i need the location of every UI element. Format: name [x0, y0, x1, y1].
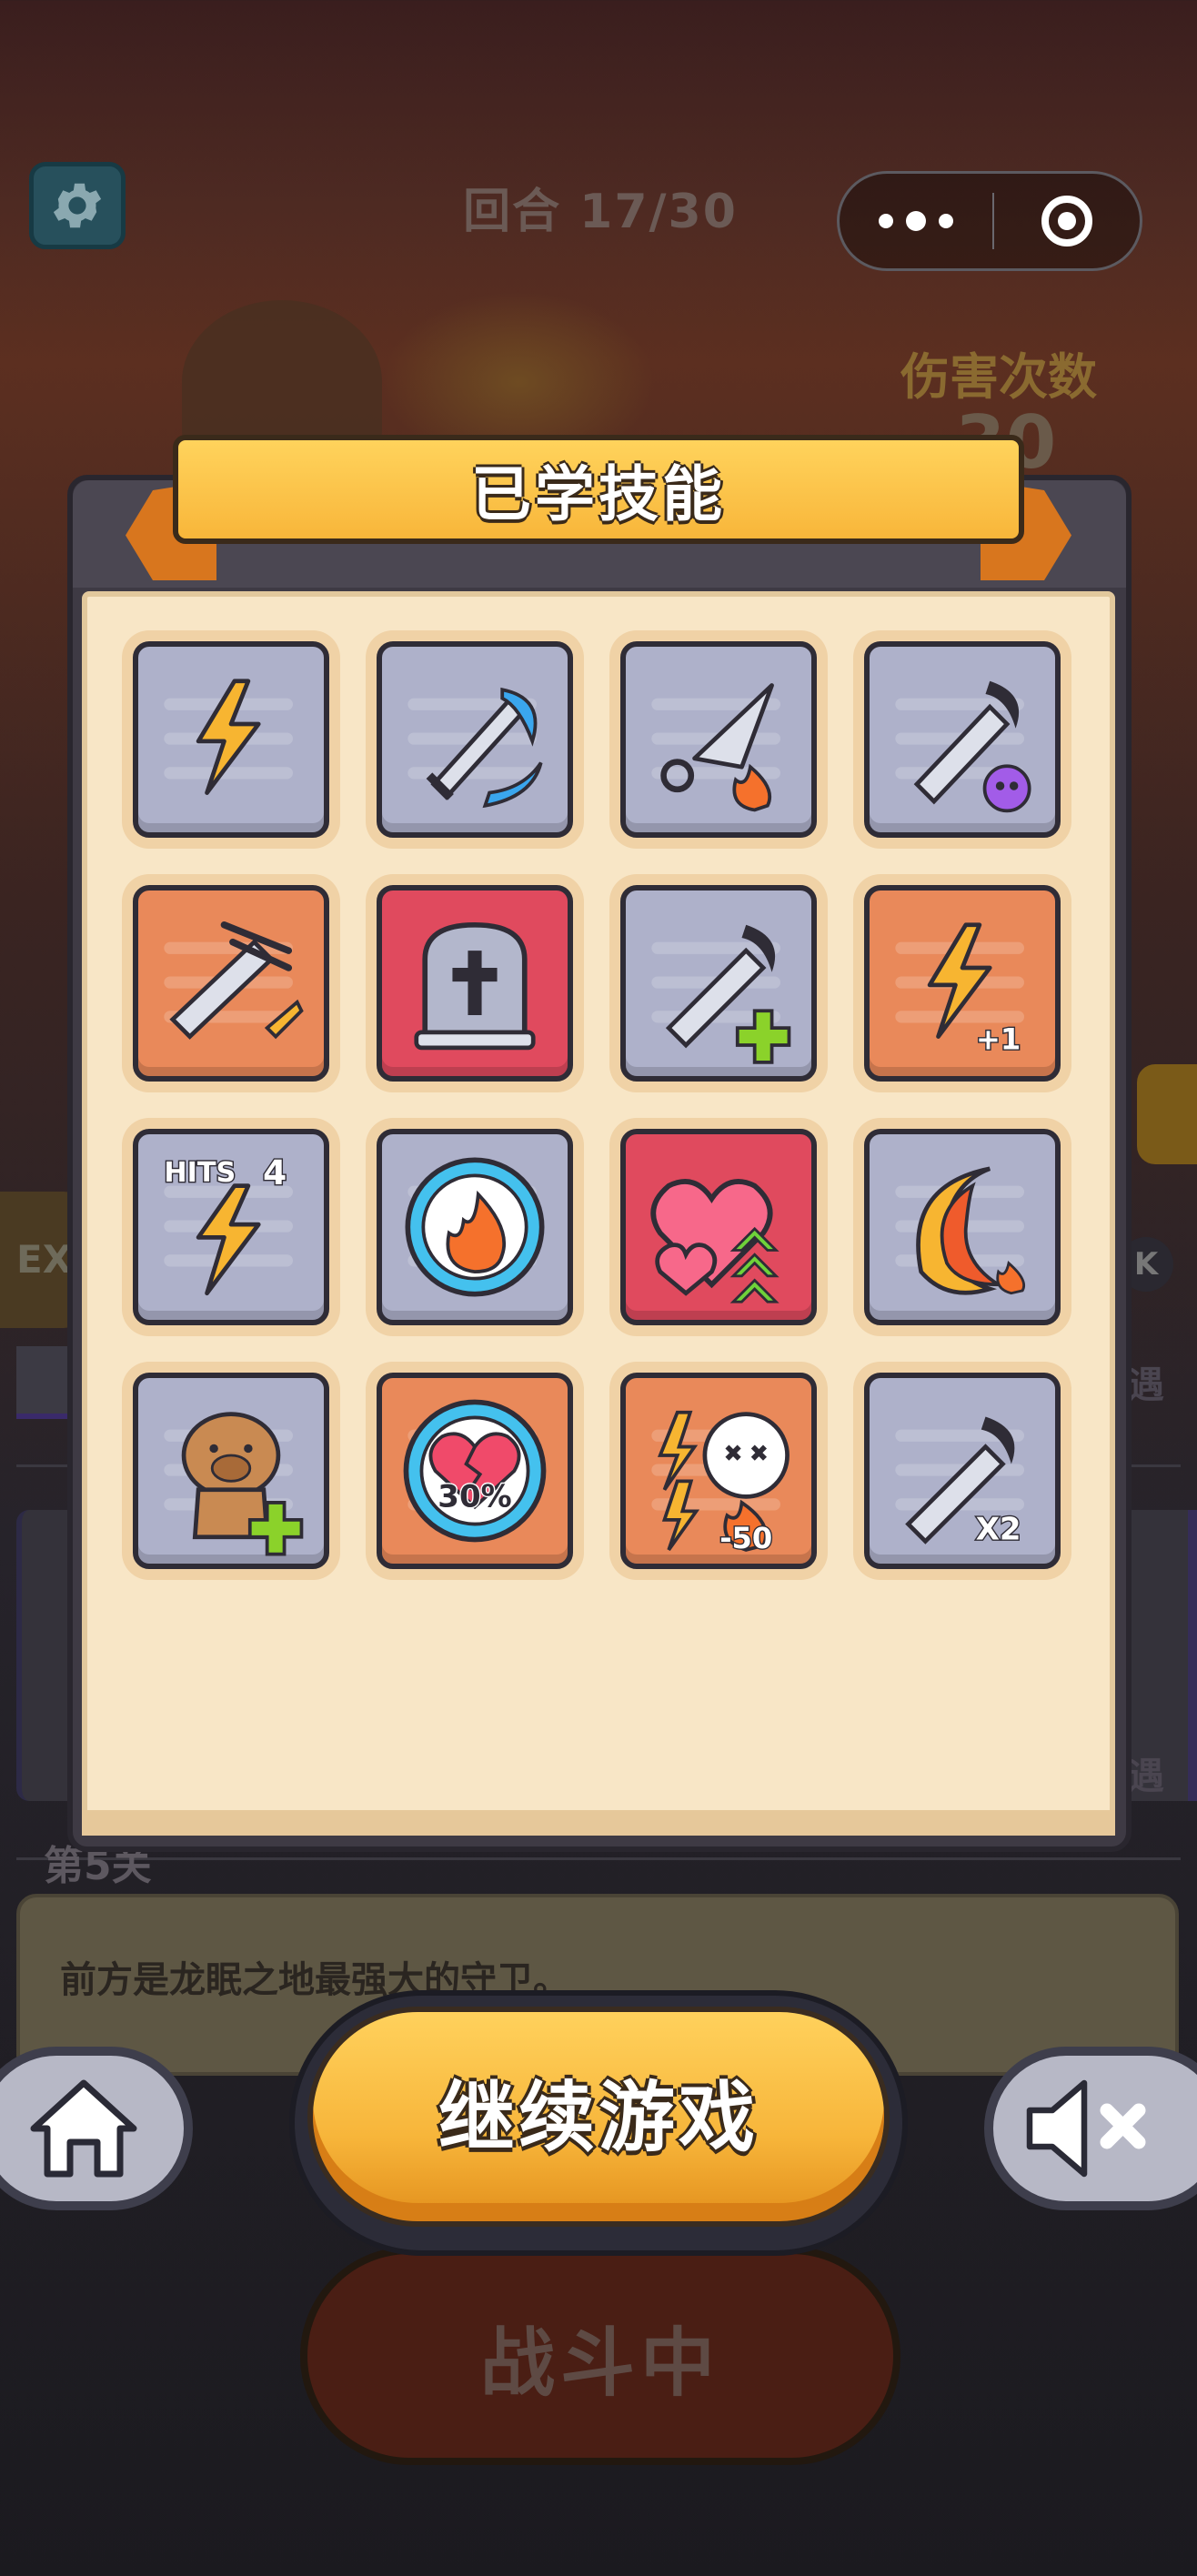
skill-icon-fire-kunai[interactable]: [620, 641, 817, 838]
event-tag: 遇: [1128, 1364, 1164, 1406]
event-tag: 遇: [1128, 1756, 1164, 1797]
skill-slot: [122, 1362, 340, 1580]
skill-icon-skull-burn[interactable]: -50: [620, 1373, 817, 1569]
skill-icon-sword-plus[interactable]: [620, 885, 817, 1082]
damage-count-label: 伤害次数: [900, 348, 1097, 406]
skill-slot: [366, 1118, 584, 1336]
event-card: [16, 1510, 71, 1801]
skill-slot: 30%: [366, 1362, 584, 1580]
skill-icon-poison-sword[interactable]: [864, 641, 1061, 838]
skill-icon-sword-wave[interactable]: [377, 641, 573, 838]
settings-button[interactable]: [29, 162, 126, 249]
battle-label: 战斗中: [479, 2319, 720, 2407]
broken-heart-30-icon: 30%: [403, 1399, 547, 1543]
modal-title: 已学技能: [471, 459, 726, 529]
skill-slot: HITS 4: [122, 1118, 340, 1336]
home-icon: [30, 2079, 137, 2178]
skill-icon-dash-sword[interactable]: [133, 885, 329, 1082]
close-miniprogram-button[interactable]: [994, 196, 1140, 247]
skill-slot: +1: [853, 874, 1071, 1092]
battle-status-button: 战斗中: [300, 2247, 900, 2465]
mini-program-capsule: [837, 171, 1142, 271]
skill-slot: [609, 874, 828, 1092]
lightning-plus-one-icon: +1: [895, 922, 1024, 1058]
tombstone-icon: [414, 921, 536, 1051]
skill-badge-count: 4: [263, 1152, 287, 1192]
skill-slot: -50: [609, 1362, 828, 1580]
dash-sword-icon: [164, 921, 304, 1040]
skill-slot: [609, 1118, 828, 1336]
skill-slot: [122, 874, 340, 1092]
skill-badge: HITS: [164, 1157, 236, 1189]
skull-burn-icon: -50: [651, 1410, 790, 1556]
sword-x2-icon: X2: [895, 1416, 1024, 1549]
skill-slot: [609, 630, 828, 849]
fire-shield-icon: [405, 1157, 545, 1297]
skill-badge: -50: [719, 1521, 772, 1555]
lightning-icon: [164, 679, 293, 795]
sword-plus-icon: [651, 924, 791, 1064]
home-button[interactable]: [0, 2047, 193, 2210]
skill-icon-fire-shield[interactable]: [377, 1129, 573, 1325]
skill-icon-fire-crescent[interactable]: [864, 1129, 1061, 1325]
skill-icon-broken-heart-30[interactable]: 30%: [377, 1373, 573, 1569]
more-button[interactable]: [840, 174, 992, 268]
capybara-plus-icon: [164, 1412, 304, 1556]
skill-badge: 30%: [438, 1479, 511, 1515]
sword-wave-icon: [407, 687, 543, 809]
skill-slot: [366, 630, 584, 849]
heart-up-icon: [650, 1179, 780, 1303]
skill-slot: X2: [853, 1362, 1071, 1580]
continue-label: 继续游戏: [438, 2072, 759, 2162]
skill-icon-heart-up[interactable]: [620, 1129, 817, 1325]
modal-title-ribbon: 已学技能: [173, 435, 1024, 544]
skill-badge: X2: [976, 1512, 1021, 1548]
skill-icon-lightning-hits[interactable]: HITS 4: [133, 1129, 329, 1325]
lightning-hits-icon: HITS 4: [163, 1151, 293, 1296]
poison-sword-icon: [895, 680, 1031, 813]
continue-game-button[interactable]: 继续游戏: [307, 2007, 890, 2227]
event-card: [16, 1346, 71, 1419]
skill-icon-lightning[interactable]: [133, 641, 329, 838]
skill-slot: [366, 874, 584, 1092]
skill-icon-lightning-plus-one[interactable]: +1: [864, 885, 1061, 1082]
fire-kunai-icon: [651, 683, 780, 812]
round-counter: 回合 17/30: [463, 185, 738, 239]
exp-label: EX: [16, 1237, 73, 1282]
gold-badge: [1137, 1064, 1197, 1164]
skill-icon-sword-x2[interactable]: X2: [864, 1373, 1061, 1569]
more-dots-icon: [879, 214, 893, 228]
skill-icon-tombstone[interactable]: [377, 885, 573, 1082]
sound-toggle-button[interactable]: [984, 2047, 1197, 2210]
gear-icon: [53, 183, 102, 228]
skill-icon-capybara-plus[interactable]: [133, 1373, 329, 1569]
fire-crescent-icon: [895, 1166, 1026, 1295]
skill-slot: [122, 630, 340, 849]
skill-slot: [853, 630, 1071, 849]
skill-slot: [853, 1118, 1071, 1336]
skill-badge: +1: [976, 1022, 1021, 1057]
mute-icon: [1026, 2079, 1146, 2178]
target-close-icon: [1041, 196, 1092, 247]
